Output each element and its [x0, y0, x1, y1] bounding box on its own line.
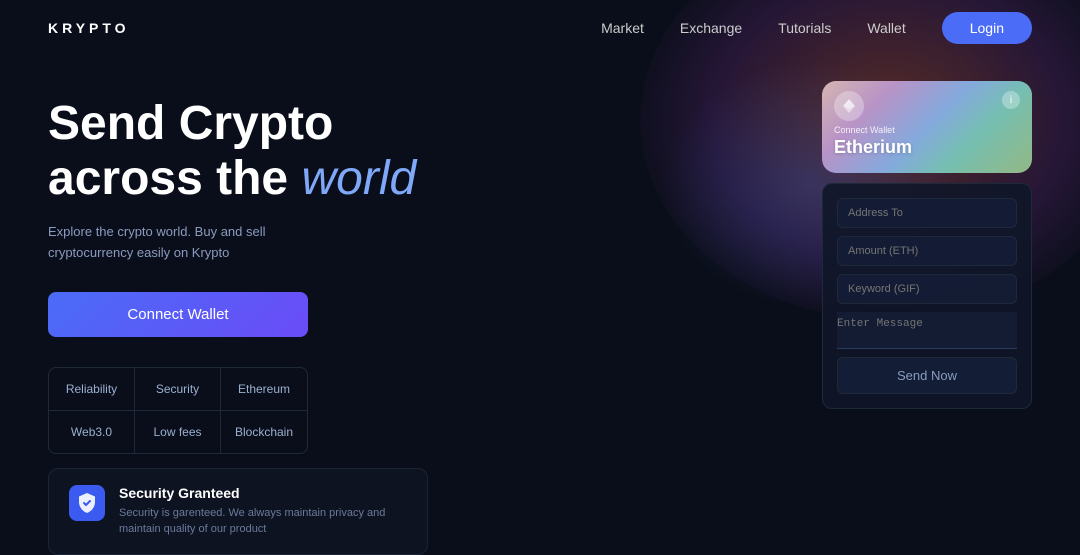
hero-title-line1: Send Crypto — [48, 97, 333, 150]
address-input[interactable] — [837, 198, 1017, 228]
wallet-card-name: Etherium — [822, 135, 1032, 158]
security-card: Security Granteed Security is garenteed.… — [48, 468, 428, 555]
feature-reliability: Reliability — [49, 368, 135, 411]
feature-grid: Reliability Security Ethereum Web3.0 Low… — [48, 367, 308, 454]
eth-icon — [834, 91, 864, 121]
wallet-card-label: Connect Wallet — [822, 121, 1032, 135]
nav-exchange[interactable]: Exchange — [680, 20, 742, 36]
keyword-input[interactable] — [837, 274, 1017, 304]
send-now-button[interactable]: Send Now — [837, 357, 1017, 394]
message-input[interactable] — [837, 312, 1017, 349]
wallet-card: i Connect Wallet Etherium — [822, 81, 1032, 173]
logo: KRYPTO — [48, 20, 130, 36]
navbar: KRYPTO Market Exchange Tutorials Wallet … — [0, 0, 1080, 56]
send-form: Send Now — [822, 183, 1032, 409]
hero-title-highlight: world — [301, 152, 416, 205]
left-side: Send Crypto across the world Explore the… — [48, 76, 782, 454]
feature-blockchain: Blockchain — [221, 411, 307, 453]
amount-input[interactable] — [837, 236, 1017, 266]
hero-title: Send Crypto across the world — [48, 96, 782, 206]
nav-market[interactable]: Market — [601, 20, 644, 36]
nav-wallet[interactable]: Wallet — [867, 20, 905, 36]
feature-ethereum: Ethereum — [221, 368, 307, 411]
security-text: Security Granteed Security is garenteed.… — [119, 485, 407, 538]
nav-links: Market Exchange Tutorials Wallet Login — [601, 12, 1032, 44]
main-content: Send Crypto across the world Explore the… — [0, 56, 1080, 454]
hero-subtitle: Explore the crypto world. Buy and sell c… — [48, 222, 328, 264]
shield-icon — [69, 485, 105, 521]
right-side: i Connect Wallet Etherium Send Now — [822, 76, 1032, 454]
bottom-section: Security Granteed Security is garenteed.… — [0, 454, 1080, 555]
feature-web3: Web3.0 — [49, 411, 135, 453]
feature-security: Security — [135, 368, 221, 411]
security-description: Security is garenteed. We always maintai… — [119, 505, 407, 538]
feature-lowfees: Low fees — [135, 411, 221, 453]
info-icon: i — [1002, 91, 1020, 109]
login-button[interactable]: Login — [942, 12, 1032, 44]
nav-tutorials[interactable]: Tutorials — [778, 20, 831, 36]
security-title: Security Granteed — [119, 485, 407, 501]
connect-wallet-button[interactable]: Connect Wallet — [48, 292, 308, 337]
hero-title-line2-plain: across the — [48, 152, 288, 205]
